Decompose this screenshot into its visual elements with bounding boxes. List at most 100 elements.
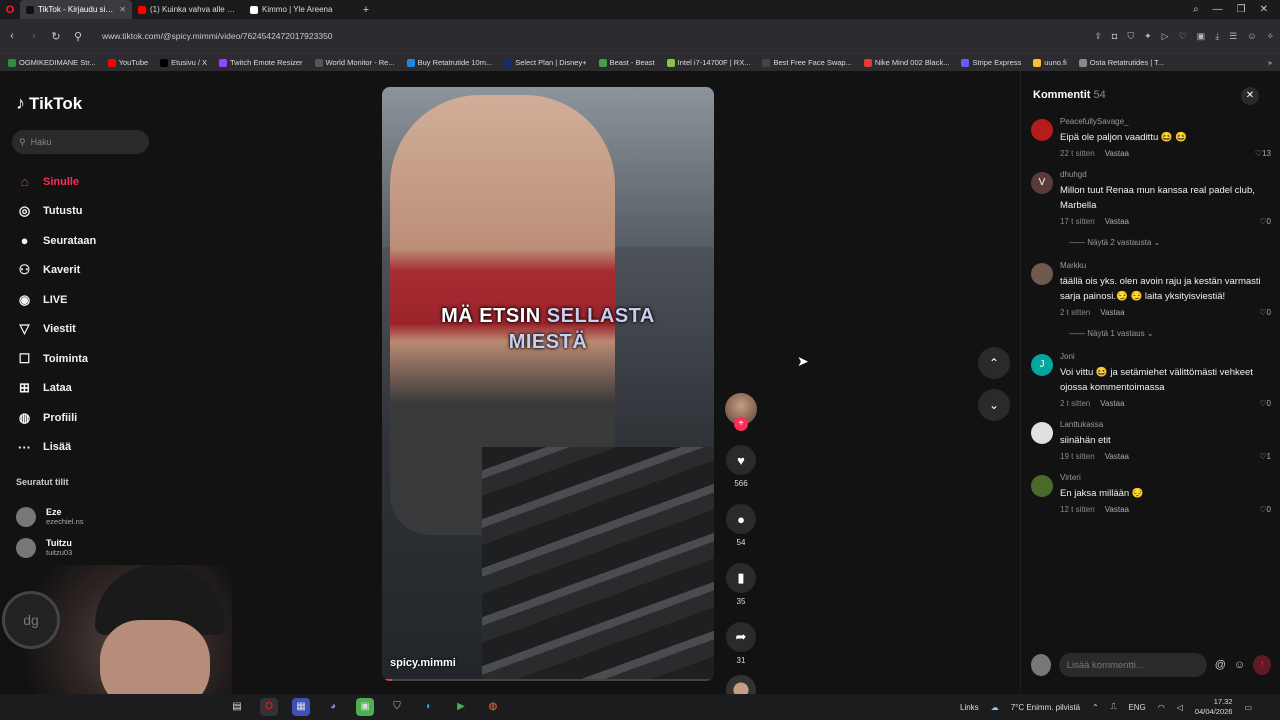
next-video-button[interactable]: ⌄: [978, 389, 1010, 421]
bookmark-item[interactable]: Best Free Face Swap...: [762, 58, 852, 67]
comment-username[interactable]: PeacefullySavage_: [1060, 117, 1271, 126]
comment-input[interactable]: [1058, 653, 1207, 677]
emoji-icon[interactable]: ☺: [1234, 659, 1245, 671]
share-button[interactable]: ➦: [726, 622, 756, 652]
notes-app-icon[interactable]: ▦: [292, 698, 310, 716]
bookmark-item[interactable]: Beast - Beast: [598, 58, 655, 67]
search-input[interactable]: Haku: [31, 137, 52, 147]
maximize-icon[interactable]: ❐: [1237, 4, 1246, 15]
minimize-icon[interactable]: —: [1213, 4, 1223, 15]
play-icon[interactable]: ▷: [1162, 31, 1169, 42]
video-author[interactable]: spicy.mimmi: [390, 657, 456, 669]
comment-avatar[interactable]: [1031, 263, 1053, 285]
reload-icon[interactable]: ↻: [50, 30, 62, 43]
sidebar-item-profiili[interactable]: ◍ Profiili: [16, 403, 166, 433]
language-indicator[interactable]: ENG: [1128, 703, 1145, 712]
edge-icon[interactable]: ◐: [420, 698, 438, 716]
menu-icon[interactable]: ☰: [1229, 31, 1237, 42]
back-icon[interactable]: ‹: [6, 30, 18, 42]
network-icon[interactable]: ⎍: [1111, 702, 1117, 712]
creator-avatar[interactable]: +: [725, 393, 757, 431]
bookmarks-overflow-icon[interactable]: »: [1268, 58, 1272, 67]
bookmark-item[interactable]: uuno.fi: [1033, 58, 1067, 67]
video-progress-bar[interactable]: [382, 679, 714, 681]
sidebar-item-tutustu[interactable]: ◎ Tutustu: [16, 197, 166, 227]
comment-reply-button[interactable]: Vastaa: [1105, 149, 1129, 158]
url-field[interactable]: www.tiktok.com/@spicy.mimmi/video/762454…: [102, 31, 1084, 41]
mention-icon[interactable]: @: [1215, 659, 1226, 671]
tiktok-logo[interactable]: ♪ TikTok: [16, 93, 82, 114]
send-comment-button[interactable]: ↑: [1253, 655, 1271, 675]
search-box[interactable]: ⚲ Haku: [12, 130, 149, 154]
comment-like-button[interactable]: ♡0: [1259, 217, 1271, 226]
new-tab-button[interactable]: +: [356, 4, 376, 16]
opera-logo-icon[interactable]: O: [0, 0, 20, 19]
comment-username[interactable]: dhuhgd: [1060, 170, 1271, 179]
comment-reply-button[interactable]: Vastaa: [1100, 308, 1124, 317]
green-app-icon[interactable]: ▣: [356, 698, 374, 716]
search-icon[interactable]: ⌕: [1193, 4, 1199, 15]
comment-username[interactable]: Markku: [1060, 261, 1271, 270]
sidebar-item-viestit[interactable]: ▽ Viestit: [16, 315, 166, 345]
box-icon[interactable]: ▣: [1197, 31, 1206, 42]
firefox-icon[interactable]: ◍: [484, 698, 502, 716]
bookmark-item[interactable]: Twitch Emote Resizer: [219, 58, 303, 67]
play-app-icon[interactable]: ▶: [452, 698, 470, 716]
video-player[interactable]: MÄ ETSIN SELLASTA MIESTÄ spicy.mimmi: [382, 87, 714, 681]
bookmark-item[interactable]: YouTube: [107, 58, 148, 67]
sidebar-item-lisää[interactable]: ··· Lisää: [16, 433, 166, 463]
tray-expand-icon[interactable]: ⌃: [1092, 703, 1099, 712]
opera-taskbar-icon[interactable]: O: [260, 698, 278, 716]
save-button[interactable]: ▮: [726, 563, 756, 593]
comment-button[interactable]: ●: [726, 504, 756, 534]
comment-like-button[interactable]: ♡0: [1259, 308, 1271, 317]
clock[interactable]: 17.32 04/04/2026: [1195, 697, 1233, 717]
comment-username[interactable]: Virteri: [1060, 473, 1271, 482]
followed-account[interactable]: Tuitzu tuitzu03: [16, 532, 110, 563]
close-icon[interactable]: ✕: [1260, 4, 1268, 15]
sidebar-item-sinulle[interactable]: ⌂ Sinulle: [16, 167, 166, 197]
task-view-icon[interactable]: ▤: [228, 698, 246, 716]
camera-icon[interactable]: ◘: [1112, 31, 1117, 42]
comment-avatar[interactable]: V: [1031, 172, 1053, 194]
browser-tab[interactable]: (1) Kuinka vahva alle 73 k: [132, 0, 244, 19]
bookmark-item[interactable]: Etusivu / X: [160, 58, 207, 67]
bookmark-item[interactable]: Osta Retatrutides | T...: [1078, 58, 1164, 67]
bookmark-item[interactable]: OGMIKEDIMANE Str...: [8, 58, 96, 67]
show-replies-button[interactable]: —— Näytä 2 vastausta ⌄: [1069, 238, 1271, 247]
sidebar-item-seurataan[interactable]: ● Seurataan: [16, 226, 166, 256]
bookmark-item[interactable]: World Monitor - Re...: [314, 58, 395, 67]
comment-like-button[interactable]: ♡1: [1259, 452, 1271, 461]
comment-like-button[interactable]: ♡13: [1255, 149, 1271, 158]
comment-username[interactable]: Joni: [1060, 352, 1271, 361]
shield-app-icon[interactable]: ⛉: [388, 698, 406, 716]
download-icon[interactable]: ⤓: [1215, 31, 1219, 42]
bookmark-item[interactable]: Stripe Express: [961, 58, 1021, 67]
share-icon[interactable]: ⇪: [1094, 31, 1102, 42]
volume-icon[interactable]: ◁: [1177, 703, 1183, 712]
sidebar-item-toiminta[interactable]: ☐ Toiminta: [16, 344, 166, 374]
wifi-icon[interactable]: ◠: [1158, 703, 1165, 712]
comment-reply-button[interactable]: Vastaa: [1105, 505, 1129, 514]
tab-close-icon[interactable]: ✕: [119, 5, 126, 14]
comment-avatar[interactable]: [1031, 475, 1053, 497]
comment-reply-button[interactable]: Vastaa: [1105, 217, 1129, 226]
comment-avatar[interactable]: [1031, 119, 1053, 141]
sidebar-item-live[interactable]: ◉ LIVE: [16, 285, 166, 315]
comment-avatar[interactable]: [1031, 422, 1053, 444]
previous-video-button[interactable]: ⌃: [978, 347, 1010, 379]
heart-icon[interactable]: ♡: [1179, 31, 1187, 42]
bookmark-item[interactable]: Intel i7-14700F | RX...: [666, 58, 750, 67]
shield-icon[interactable]: ⛉: [1127, 31, 1134, 42]
show-replies-button[interactable]: —— Näytä 1 vastaus ⌄: [1069, 329, 1271, 338]
comment-like-button[interactable]: ♡0: [1259, 399, 1271, 408]
comment-avatar[interactable]: J: [1031, 354, 1053, 376]
comment-reply-button[interactable]: Vastaa: [1105, 452, 1129, 461]
bookmark-item[interactable]: Select Plan | Disney+: [504, 58, 587, 67]
sidebar-item-kaverit[interactable]: ⚇ Kaverit: [16, 256, 166, 286]
sidebar-item-lataa[interactable]: ⊞ Lataa: [16, 374, 166, 404]
extension-icon[interactable]: ✦: [1144, 31, 1152, 42]
browser-tab[interactable]: TikTok - Kirjaudu sisään ✕: [20, 0, 132, 19]
profile-icon[interactable]: ☺: [1247, 31, 1256, 42]
discord-icon[interactable]: ◕: [324, 698, 342, 716]
